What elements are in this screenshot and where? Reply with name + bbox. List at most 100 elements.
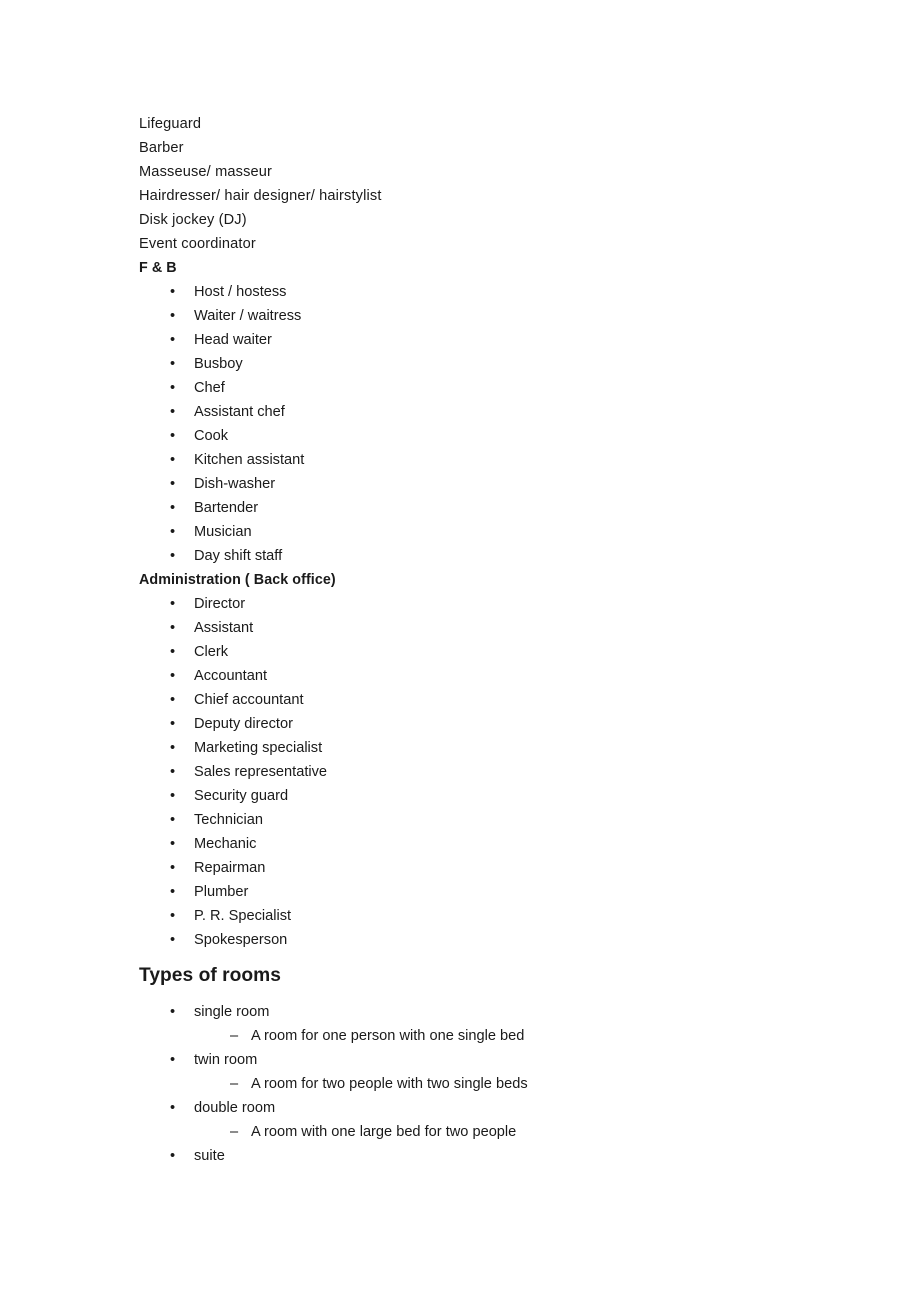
list-item: • Mechanic xyxy=(139,832,879,856)
list-item: • Marketing specialist xyxy=(139,736,879,760)
list-item: • Assistant xyxy=(139,616,879,640)
list-item: • Day shift staff xyxy=(139,544,879,568)
list-item: – A room for one person with one single b… xyxy=(139,1024,879,1048)
document-line: Disk jockey (DJ) xyxy=(139,208,879,232)
bullet-icon: • xyxy=(170,452,176,468)
category-heading-text: F & B xyxy=(139,260,177,276)
list-item-text: Assistant chef xyxy=(194,404,285,420)
list-item: – A room with one large bed for two peopl… xyxy=(139,1120,879,1144)
document-line: Lifeguard xyxy=(139,112,879,136)
list-item-text: Bartender xyxy=(194,500,259,516)
category-heading-text: Administration ( Back office) xyxy=(139,572,336,588)
document-line: Barber xyxy=(139,136,879,160)
line-text: Hairdresser/ hair designer/ hairstylist xyxy=(139,188,382,204)
list-item: • P. R. Specialist xyxy=(139,904,879,928)
list-item-text: Technician xyxy=(194,812,263,828)
bullet-icon: • xyxy=(170,668,176,684)
list-item-text: Director xyxy=(194,596,246,612)
list-item-text: Repairman xyxy=(194,860,266,876)
bullet-icon: • xyxy=(170,644,176,660)
list-item: • Chief accountant xyxy=(139,688,879,712)
list-item: • Clerk xyxy=(139,640,879,664)
bullet-icon: • xyxy=(170,884,176,900)
list-item-text: Day shift staff xyxy=(194,548,283,564)
list-item: • Technician xyxy=(139,808,879,832)
list-item-text: Waiter / waitress xyxy=(194,308,302,324)
bullet-icon: • xyxy=(170,404,176,420)
list-item-text: Host / hostess xyxy=(194,284,287,300)
list-item-text: suite xyxy=(194,1148,225,1164)
line-text: Lifeguard xyxy=(139,116,202,132)
list-item: • twin room xyxy=(139,1048,879,1072)
document-body: Lifeguard Barber Masseuse/ masseur Hairdres… xyxy=(139,112,879,1168)
bullet-icon: • xyxy=(170,284,176,300)
list-item-text: twin room xyxy=(194,1052,258,1068)
bullet-icon: • xyxy=(170,716,176,732)
bullet-icon: • xyxy=(170,836,176,852)
bullet-icon: • xyxy=(170,812,176,828)
list-item-text: Musician xyxy=(194,524,252,540)
list-item-text: double room xyxy=(194,1100,276,1116)
list-item-text: Deputy director xyxy=(194,716,293,732)
bullet-icon: • xyxy=(170,596,176,612)
list-item: • Plumber xyxy=(139,880,879,904)
list-item-text: Accountant xyxy=(194,668,268,684)
list-item: • Accountant xyxy=(139,664,879,688)
bullet-icon: • xyxy=(170,524,176,540)
list-item: • Head waiter xyxy=(139,328,879,352)
line-text: Disk jockey (DJ) xyxy=(139,212,247,228)
list-item-text: Sales representative xyxy=(194,764,328,780)
bullet-icon: • xyxy=(170,908,176,924)
list-item: • Musician xyxy=(139,520,879,544)
dash-icon: – xyxy=(230,1028,239,1044)
bullet-icon: • xyxy=(170,932,176,948)
document-line: Hairdresser/ hair designer/ hairstylist xyxy=(139,184,879,208)
list-item: • Deputy director xyxy=(139,712,879,736)
list-item-text: Head waiter xyxy=(194,332,272,348)
category-heading: F & B xyxy=(139,256,879,280)
list-item-text: Assistant xyxy=(194,620,254,636)
bullet-icon: • xyxy=(170,860,176,876)
list-item: • Chef xyxy=(139,376,879,400)
list-item: • Spokesperson xyxy=(139,928,879,952)
list-item-text: Dish-washer xyxy=(194,476,276,492)
list-item: • Waiter / waitress xyxy=(139,304,879,328)
list-item: • Bartender xyxy=(139,496,879,520)
dash-icon: – xyxy=(230,1124,239,1140)
line-text: Event coordinator xyxy=(139,236,256,252)
list-item-text: A room with one large bed for two people xyxy=(251,1124,517,1140)
category-heading: Administration ( Back office) xyxy=(139,568,879,592)
bullet-icon: • xyxy=(170,1004,176,1020)
list-item: • Director xyxy=(139,592,879,616)
bullet-icon: • xyxy=(170,1100,176,1116)
list-item-text: Busboy xyxy=(194,356,243,372)
bullet-icon: • xyxy=(170,1052,176,1068)
list-item-text: A room for one person with one single be… xyxy=(251,1028,525,1044)
list-item: • Security guard xyxy=(139,784,879,808)
line-text: Masseuse/ masseur xyxy=(139,164,273,180)
list-item: • Busboy xyxy=(139,352,879,376)
document-page: Lifeguard Barber Masseuse/ masseur Hairdres… xyxy=(0,0,920,1302)
bullet-icon: • xyxy=(170,788,176,804)
bullet-icon: • xyxy=(170,428,176,444)
list-item: • Cook xyxy=(139,424,879,448)
list-item: – A room for two people with two single b… xyxy=(139,1072,879,1096)
list-item-text: A room for two people with two single be… xyxy=(251,1076,528,1092)
list-item-text: Marketing specialist xyxy=(194,740,323,756)
list-item-text: Plumber xyxy=(194,884,249,900)
list-item-text: Chief accountant xyxy=(194,692,304,708)
list-item: • single room xyxy=(139,1000,879,1024)
bullet-icon: • xyxy=(170,548,176,564)
list-item: • suite xyxy=(139,1144,879,1168)
section-heading: Types of rooms xyxy=(139,952,879,1000)
bullet-icon: • xyxy=(170,1148,176,1164)
bullet-icon: • xyxy=(170,764,176,780)
list-item: • Repairman xyxy=(139,856,879,880)
list-item-text: Cook xyxy=(194,428,229,444)
line-text: Barber xyxy=(139,140,184,156)
bullet-icon: • xyxy=(170,620,176,636)
bullet-icon: • xyxy=(170,740,176,756)
list-item-text: P. R. Specialist xyxy=(194,908,292,924)
bullet-icon: • xyxy=(170,308,176,324)
bullet-icon: • xyxy=(170,500,176,516)
